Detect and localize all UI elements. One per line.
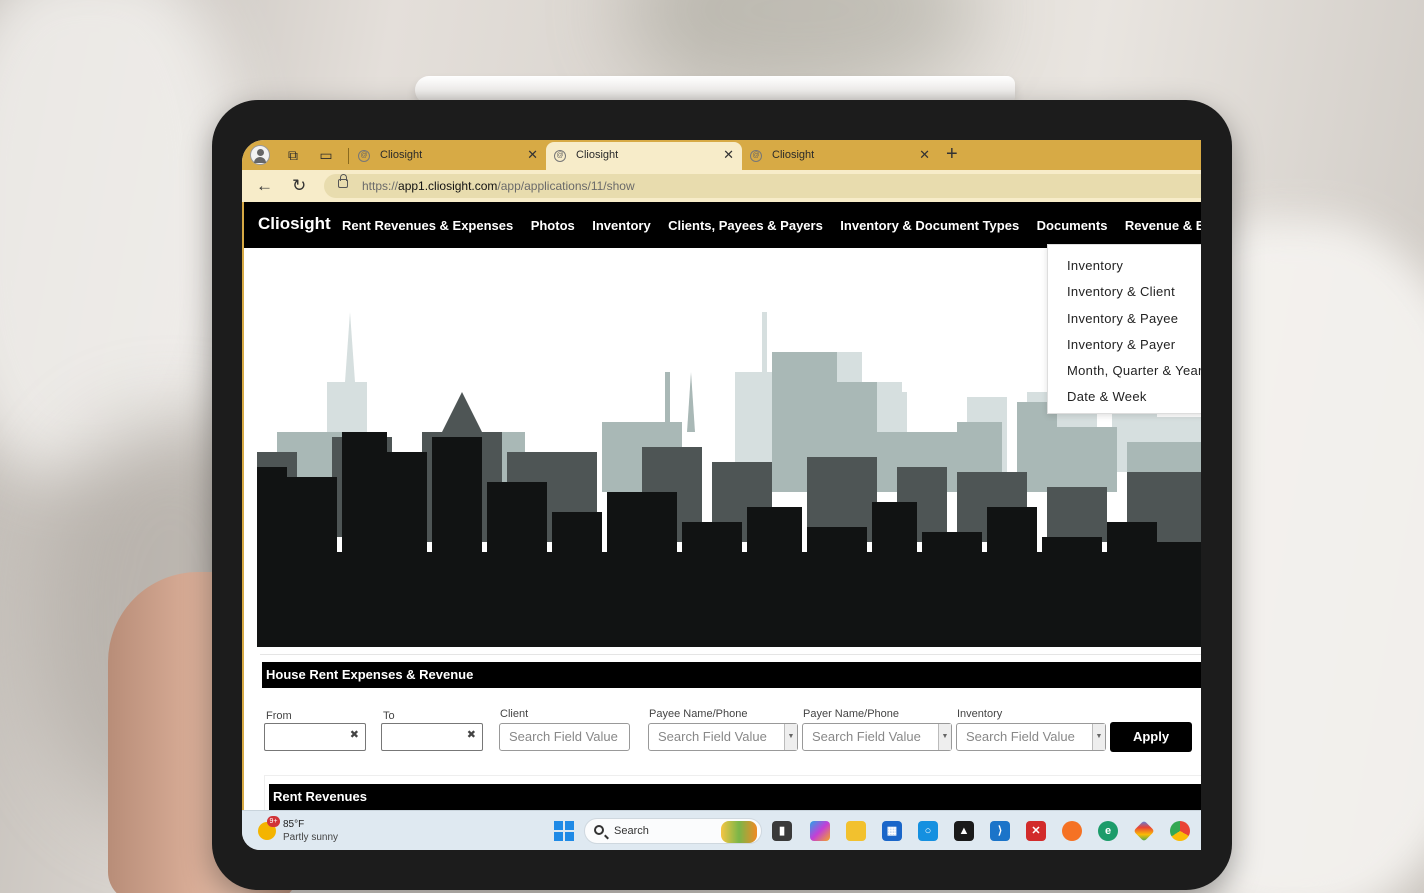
menu-photos[interactable]: Photos xyxy=(531,218,575,233)
url-text: https://app1.cliosight.com/app/applicati… xyxy=(362,179,635,193)
client-search-input[interactable]: Search Field Value xyxy=(499,723,630,751)
notification-badge: 9+ xyxy=(267,816,280,827)
address-bar-row: ← ↻ https://app1.cliosight.com/app/appli… xyxy=(242,170,1201,202)
menu-inventory[interactable]: Inventory xyxy=(592,218,651,233)
taskbar-search[interactable]: Search xyxy=(584,818,762,844)
to-date-field[interactable]: ✖ xyxy=(381,723,483,751)
copilot-icon[interactable] xyxy=(810,821,830,841)
weather-temperature: 85°F xyxy=(283,819,305,830)
tab-title: Cliosight xyxy=(772,149,815,161)
workspaces-icon[interactable]: ⧉ xyxy=(284,146,302,164)
clear-to-icon[interactable]: ✖ xyxy=(467,728,476,741)
dropdown-item-inventory[interactable]: Inventory xyxy=(1048,253,1201,279)
tablet-screen: ⧉ ▭ @ Cliosight ✕ @ Cliosight ✕ @ Cliosi… xyxy=(242,140,1201,850)
edge-icon[interactable]: e xyxy=(1098,821,1118,841)
app-page: Cliosight Rent Revenues & Expenses Photo… xyxy=(242,202,1201,815)
site-favicon-icon: @ xyxy=(554,150,566,162)
vscode-icon[interactable]: ⟩ xyxy=(990,821,1010,841)
chrome-icon[interactable] xyxy=(1170,821,1190,841)
chevron-down-icon[interactable]: ▼ xyxy=(784,724,797,750)
rent-revenues-title: Rent Revenues xyxy=(269,784,1201,810)
payee-label: Payee Name/Phone xyxy=(649,708,748,720)
search-icon xyxy=(594,825,604,835)
tab-title: Cliosight xyxy=(576,149,619,161)
search-label: Search xyxy=(614,825,649,837)
from-label: From xyxy=(266,710,292,722)
dropdown-item-date-week[interactable]: Date & Week xyxy=(1048,384,1201,410)
inventory-label: Inventory xyxy=(957,708,1003,720)
payee-select[interactable]: Search Field Value ▼ xyxy=(648,723,798,751)
apply-button[interactable]: Apply xyxy=(1110,722,1192,752)
menu-revenue-expenses-summary[interactable]: Revenue & Expenses Sum xyxy=(1125,218,1201,233)
new-tab-icon[interactable]: + xyxy=(946,143,958,166)
gemini-icon[interactable] xyxy=(1133,820,1155,842)
close-tab-icon[interactable]: ✕ xyxy=(527,147,538,163)
menu-documents[interactable]: Documents xyxy=(1037,218,1108,233)
menu-inventory-document-types[interactable]: Inventory & Document Types xyxy=(840,218,1019,233)
payer-label: Payer Name/Phone xyxy=(803,708,899,720)
site-favicon-icon: @ xyxy=(750,150,762,162)
search-highlight-icon xyxy=(721,821,757,843)
main-menu: Rent Revenues & Expenses Photos Inventor… xyxy=(342,217,1201,235)
task-view-icon[interactable]: ▮ xyxy=(772,821,792,841)
menu-rent-revenues-expenses[interactable]: Rent Revenues & Expenses xyxy=(342,218,513,233)
firefox-icon[interactable] xyxy=(1062,821,1082,841)
dropdown-item-inventory-payee[interactable]: Inventory & Payee xyxy=(1048,306,1201,332)
url-field[interactable]: https://app1.cliosight.com/app/applicati… xyxy=(324,174,1201,198)
refresh-icon[interactable]: ↻ xyxy=(292,176,306,196)
client-label: Client xyxy=(500,708,529,720)
filter-panel: House Rent Expenses & Revenue From ✖ To … xyxy=(260,654,1201,815)
browser-tab-bar: ⧉ ▭ @ Cliosight ✕ @ Cliosight ✕ @ Cliosi… xyxy=(242,140,1201,170)
close-tab-icon[interactable]: ✕ xyxy=(723,147,734,163)
chevron-down-icon[interactable]: ▼ xyxy=(938,724,951,750)
to-label: To xyxy=(383,710,395,722)
browser-tab-2-active[interactable]: @ Cliosight ✕ xyxy=(546,142,742,170)
from-date-field[interactable]: ✖ xyxy=(264,723,366,751)
profile-avatar-icon[interactable] xyxy=(250,145,270,165)
dropdown-item-inventory-client[interactable]: Inventory & Client xyxy=(1048,279,1201,305)
back-arrow-icon[interactable]: ← xyxy=(256,176,273,196)
browser-tab-1[interactable]: @ Cliosight ✕ xyxy=(348,142,546,170)
dropdown-item-month-quarter-year[interactable]: Month, Quarter & Year xyxy=(1048,358,1201,384)
lock-icon xyxy=(338,174,348,188)
file-explorer-icon[interactable] xyxy=(846,821,866,841)
weather-condition: Partly sunny xyxy=(283,832,339,843)
summary-dropdown-menu: Inventory Inventory & Client Inventory &… xyxy=(1047,244,1201,414)
inventory-select[interactable]: Search Field Value ▼ xyxy=(956,723,1106,751)
menu-clients-payees-payers[interactable]: Clients, Payees & Payers xyxy=(668,218,823,233)
store-icon[interactable]: ▦ xyxy=(882,821,902,841)
windows-taskbar: 9+ 85°F Partly sunny Search ▮ ▦ ○ ▲ ⟩ ✕ … xyxy=(242,810,1201,850)
tab-title: Cliosight xyxy=(380,149,423,161)
chevron-down-icon[interactable]: ▼ xyxy=(1092,724,1105,750)
browser-tab-3[interactable]: @ Cliosight ✕ xyxy=(742,142,938,170)
site-favicon-icon: @ xyxy=(358,150,370,162)
tab-actions-icon[interactable]: ▭ xyxy=(317,146,335,164)
brand-logo[interactable]: Cliosight xyxy=(258,214,331,234)
panel-title: House Rent Expenses & Revenue xyxy=(262,662,1201,688)
rent-revenues-section: Rent Revenues xyxy=(264,775,1201,815)
app-navbar: Cliosight Rent Revenues & Expenses Photo… xyxy=(244,202,1201,248)
affinity-icon[interactable]: ▲ xyxy=(954,821,974,841)
app-icon[interactable]: ○ xyxy=(918,821,938,841)
close-tab-icon[interactable]: ✕ xyxy=(919,147,930,163)
payer-select[interactable]: Search Field Value ▼ xyxy=(802,723,952,751)
windows-start-icon[interactable] xyxy=(554,821,574,841)
dropdown-item-inventory-payer[interactable]: Inventory & Payer xyxy=(1048,332,1201,358)
clear-from-icon[interactable]: ✖ xyxy=(350,728,359,741)
pdf-icon[interactable]: ✕ xyxy=(1026,821,1046,841)
